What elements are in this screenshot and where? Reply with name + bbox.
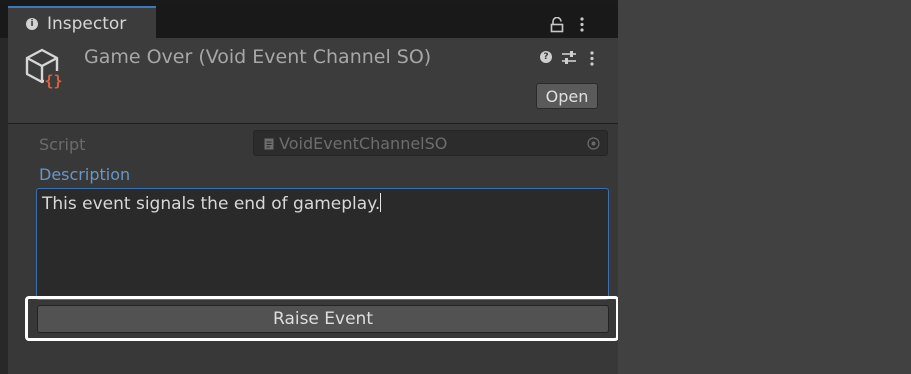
asset-header: {} Game Over (Void Event Channel SO) ? O… xyxy=(8,38,618,124)
raise-event-button[interactable]: Raise Event xyxy=(37,305,609,333)
inspector-panel: i Inspector {} Game Over (Void Event Cha… xyxy=(0,0,619,374)
tab-label: Inspector xyxy=(47,14,127,34)
asset-title: Game Over (Void Event Channel SO) xyxy=(84,46,432,68)
kebab-menu-icon[interactable] xyxy=(590,50,594,66)
open-button[interactable]: Open xyxy=(536,83,598,109)
script-file-icon xyxy=(264,138,274,150)
text-caret xyxy=(380,193,382,212)
script-object-field: VoidEventChannelSO xyxy=(253,130,608,156)
scriptable-object-icon: {} xyxy=(25,48,63,90)
tab-inspector[interactable]: i Inspector xyxy=(8,6,156,38)
description-textarea[interactable]: This event signals the end of gameplay. xyxy=(36,188,609,300)
description-text: This event signals the end of gameplay. xyxy=(42,193,382,214)
empty-editor-area xyxy=(618,0,911,374)
object-picker-icon[interactable] xyxy=(587,137,600,150)
description-label: Description xyxy=(39,165,131,184)
inspector-body: Script VoidEventChannelSO Description Th… xyxy=(8,124,619,374)
script-value: VoidEventChannelSO xyxy=(279,134,448,153)
svg-text:{}: {} xyxy=(44,72,62,90)
script-label: Script xyxy=(39,135,86,154)
presets-icon[interactable] xyxy=(561,50,577,65)
lock-icon[interactable] xyxy=(550,17,564,33)
info-icon: i xyxy=(26,18,38,30)
help-icon[interactable]: ? xyxy=(540,51,552,63)
tab-bar: i Inspector xyxy=(0,6,618,38)
kebab-menu-icon[interactable] xyxy=(580,16,584,32)
